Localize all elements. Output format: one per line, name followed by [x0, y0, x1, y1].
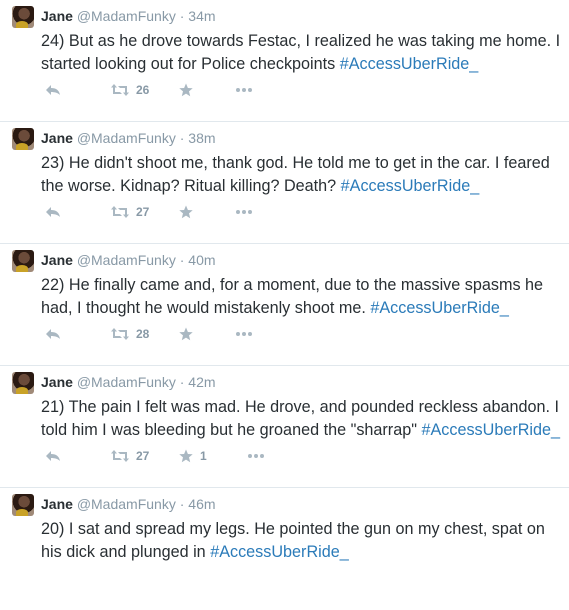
reply-icon	[45, 206, 61, 218]
author-name[interactable]: Jane	[41, 374, 73, 390]
tweet-timestamp[interactable]: 46m	[188, 496, 215, 512]
favorite-button[interactable]	[179, 80, 200, 100]
hashtag-link[interactable]: #AccessUberRide_	[340, 55, 479, 73]
tweet-header: Jane @MadamFunky · 42m	[41, 374, 216, 390]
separator-dot: ·	[179, 130, 185, 146]
star-icon	[179, 449, 193, 463]
retweet-icon	[111, 450, 129, 462]
separator-dot: ·	[179, 252, 185, 268]
reply-icon	[45, 328, 61, 340]
retweet-count: 27	[136, 205, 150, 219]
tweet-body: 24) But as he drove towards Festac, I re…	[41, 32, 561, 73]
reply-button[interactable]	[45, 80, 61, 100]
tweet-text: 20) I sat and spread my legs. He pointed…	[41, 518, 566, 564]
star-icon	[179, 327, 193, 341]
avatar[interactable]	[12, 250, 34, 272]
retweet-icon	[111, 84, 129, 96]
reply-button[interactable]	[45, 446, 61, 466]
more-button[interactable]	[247, 446, 265, 466]
retweet-button[interactable]: 27	[111, 202, 149, 222]
hashtag-link[interactable]: #AccessUberRide_	[370, 299, 509, 317]
avatar[interactable]	[12, 494, 34, 516]
hashtag-link[interactable]: #AccessUberRide_	[341, 177, 480, 195]
tweet-timestamp[interactable]: 42m	[188, 374, 215, 390]
separator-dot: ·	[179, 8, 185, 24]
author-name[interactable]: Jane	[41, 252, 73, 268]
tweet-header: Jane @MadamFunky · 46m	[41, 496, 216, 512]
author-name[interactable]: Jane	[41, 130, 73, 146]
more-button[interactable]	[235, 202, 253, 222]
reply-icon	[45, 84, 61, 96]
tweet-timestamp[interactable]: 40m	[188, 252, 215, 268]
retweet-button[interactable]: 28	[111, 324, 149, 344]
more-dots-icon	[247, 453, 265, 459]
tweet-item[interactable]: Jane @MadamFunky · 34m 24) But as he dro…	[0, 0, 569, 122]
reply-icon	[45, 450, 61, 462]
favorite-button[interactable]: 1	[179, 446, 207, 466]
favorite-count: 1	[200, 449, 207, 463]
tweet-actions: 26	[41, 80, 561, 102]
retweet-count: 28	[136, 327, 150, 341]
author-handle[interactable]: @MadamFunky	[77, 8, 176, 24]
author-name[interactable]: Jane	[41, 8, 73, 24]
reply-button[interactable]	[45, 324, 61, 344]
separator-dot: ·	[179, 496, 185, 512]
retweet-button[interactable]: 27	[111, 446, 149, 466]
more-dots-icon	[235, 331, 253, 337]
more-dots-icon	[235, 209, 253, 215]
author-handle[interactable]: @MadamFunky	[77, 252, 176, 268]
hashtag-link[interactable]: #AccessUberRide_	[210, 543, 349, 561]
tweet-text: 22) He finally came and, for a moment, d…	[41, 274, 566, 320]
tweet-header: Jane @MadamFunky · 34m	[41, 8, 216, 24]
retweet-count: 26	[136, 83, 150, 97]
retweet-icon	[111, 328, 129, 340]
tweet-item[interactable]: Jane @MadamFunky · 40m 22) He finally ca…	[0, 244, 569, 366]
separator-dot: ·	[179, 374, 185, 390]
tweet-text: 23) He didn't shoot me, thank god. He to…	[41, 152, 566, 198]
star-icon	[179, 83, 193, 97]
tweet-header: Jane @MadamFunky · 38m	[41, 130, 216, 146]
avatar[interactable]	[12, 6, 34, 28]
retweet-icon	[111, 206, 129, 218]
reply-button[interactable]	[45, 202, 61, 222]
tweet-timestamp[interactable]: 38m	[188, 130, 215, 146]
author-handle[interactable]: @MadamFunky	[77, 374, 176, 390]
tweet-item[interactable]: Jane @MadamFunky · 46m 20) I sat and spr…	[0, 488, 569, 610]
star-icon	[179, 205, 193, 219]
avatar[interactable]	[12, 372, 34, 394]
more-dots-icon	[235, 87, 253, 93]
favorite-button[interactable]	[179, 202, 200, 222]
tweet-item[interactable]: Jane @MadamFunky · 42m 21) The pain I fe…	[0, 366, 569, 488]
retweet-count: 27	[136, 449, 150, 463]
avatar[interactable]	[12, 128, 34, 150]
tweet-timestamp[interactable]: 34m	[188, 8, 215, 24]
tweet-actions: 28	[41, 324, 561, 346]
tweet-header: Jane @MadamFunky · 40m	[41, 252, 216, 268]
more-button[interactable]	[235, 80, 253, 100]
tweet-timeline: Jane @MadamFunky · 34m 24) But as he dro…	[0, 0, 569, 610]
retweet-button[interactable]: 26	[111, 80, 149, 100]
hashtag-link[interactable]: #AccessUberRide_	[421, 421, 560, 439]
favorite-button[interactable]	[179, 324, 200, 344]
more-button[interactable]	[235, 324, 253, 344]
tweet-text: 21) The pain I felt was mad. He drove, a…	[41, 396, 566, 442]
author-handle[interactable]: @MadamFunky	[77, 496, 176, 512]
tweet-text: 24) But as he drove towards Festac, I re…	[41, 30, 566, 76]
tweet-actions: 27 1	[41, 446, 561, 468]
author-name[interactable]: Jane	[41, 496, 73, 512]
tweet-actions: 27	[41, 202, 561, 224]
tweet-item[interactable]: Jane @MadamFunky · 38m 23) He didn't sho…	[0, 122, 569, 244]
author-handle[interactable]: @MadamFunky	[77, 130, 176, 146]
